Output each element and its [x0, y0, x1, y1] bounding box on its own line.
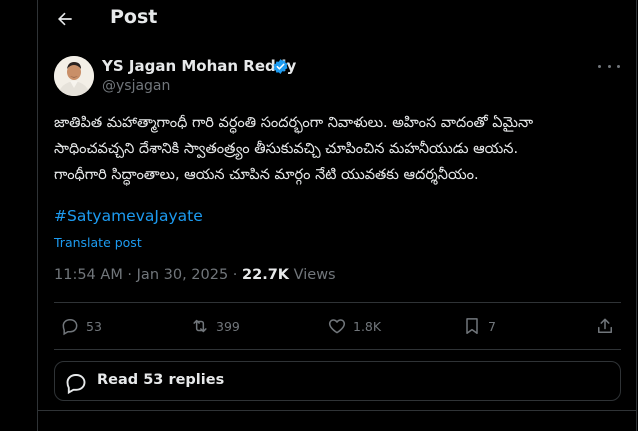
left-column-border [37, 0, 38, 431]
repost-button[interactable]: 399 [190, 314, 240, 338]
page-title: Post [110, 6, 158, 28]
bookmark-icon [466, 318, 478, 334]
arrow-left-icon [58, 12, 72, 26]
page-header: Post [38, 0, 636, 38]
post-meta: 11:54 AM · Jan 30, 2025 · 22.7K Views [54, 267, 336, 283]
bookmark-count: 7 [488, 318, 496, 334]
views-label: Views [293, 267, 336, 283]
post-page: Post YS Jagan Mohan Reddy @ysjagan జాతిప… [0, 0, 638, 431]
post-text: జాతిపిత మహాత్మాగాంధీ గారి వర్ధంతి సందర్భ… [54, 110, 624, 188]
more-options-button[interactable] [598, 58, 620, 74]
avatar[interactable] [54, 56, 94, 96]
more-dot-icon [617, 64, 620, 68]
divider [54, 302, 621, 303]
back-button[interactable] [52, 6, 78, 32]
hashtag-link[interactable]: #SatyamevaJayate [54, 207, 203, 225]
meta-separator: · [122, 267, 137, 283]
bookmark-button[interactable]: 7 [462, 314, 496, 338]
author-name[interactable]: YS Jagan Mohan Reddy [102, 57, 296, 75]
like-button[interactable]: 1.8K [327, 314, 381, 338]
avatar-image [54, 56, 94, 96]
post-text-line: సాధించవచ్చని దేశానికి స్వాతంత్ర్యం తీసుక… [54, 141, 519, 157]
post-text-line: గాంధీగారి సిద్ధాంతాలు, ఆయన చూపిన మార్గం … [54, 167, 479, 183]
more-dot-icon [598, 64, 601, 68]
reply-bubble-icon [66, 374, 86, 395]
read-replies-button[interactable]: Read 53 replies [54, 361, 621, 401]
repost-count: 399 [216, 318, 240, 334]
right-column-border [636, 0, 637, 431]
share-icon [598, 318, 612, 333]
post-text-line: జాతిపిత మహాత్మాగాంధీ గారి వర్ధంతి సందర్భ… [54, 115, 534, 131]
author-handle[interactable]: @ysjagan [102, 78, 170, 94]
reply-button[interactable]: 53 [60, 314, 102, 338]
post-date[interactable]: Jan 30, 2025 [137, 267, 229, 283]
reply-count: 53 [86, 318, 102, 334]
views-count: 22.7K [242, 267, 290, 283]
divider [38, 410, 636, 411]
reply-icon [62, 319, 78, 336]
more-dot-icon [607, 64, 611, 68]
translate-post-link[interactable]: Translate post [54, 235, 142, 250]
post-time[interactable]: 11:54 AM [54, 267, 123, 283]
repost-icon [193, 319, 207, 333]
share-button[interactable] [595, 314, 615, 338]
like-count: 1.8K [353, 318, 382, 334]
read-replies-label: Read 53 replies [97, 372, 225, 388]
divider [54, 349, 621, 350]
verified-badge-icon [273, 59, 288, 74]
heart-icon [328, 319, 346, 334]
meta-separator: · [228, 267, 243, 283]
